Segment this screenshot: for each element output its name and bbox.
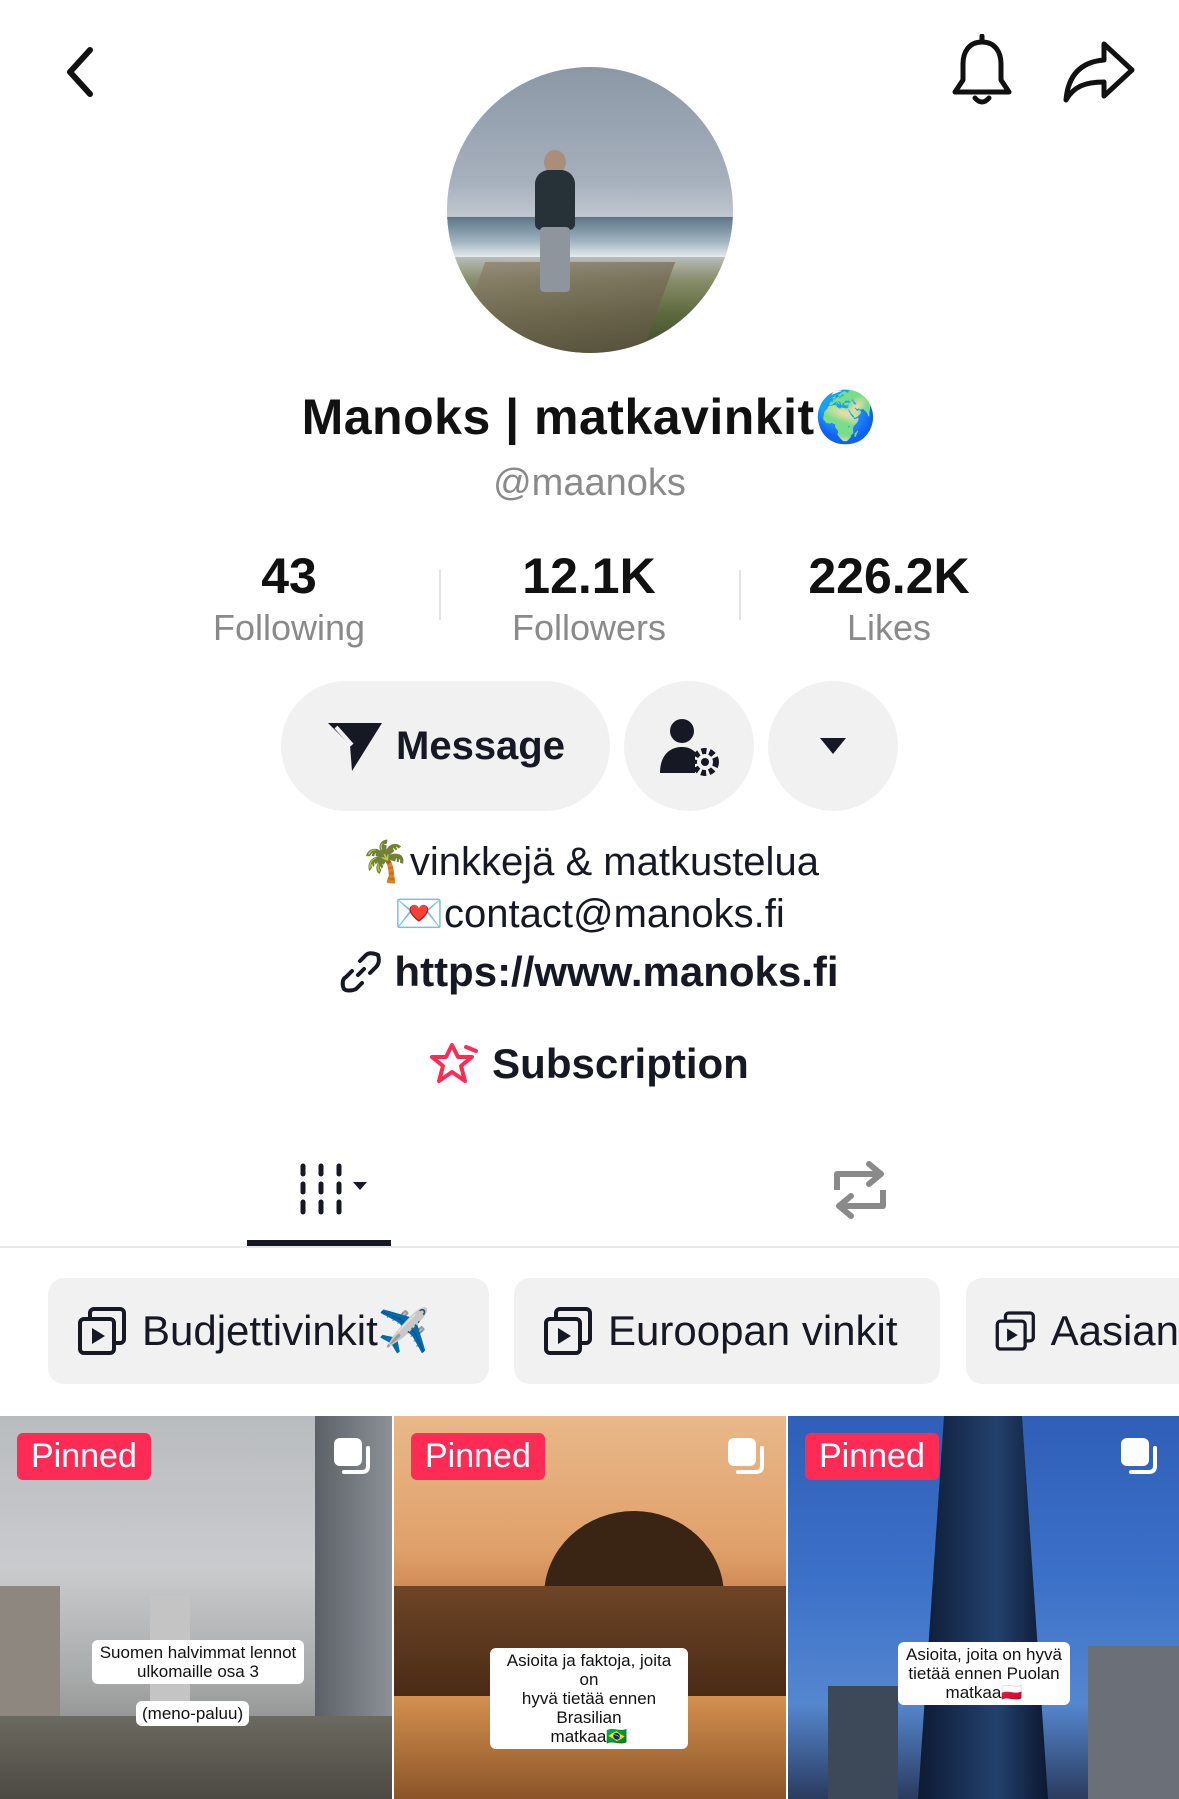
notification-bell-button[interactable] (942, 32, 1022, 112)
street (0, 1716, 392, 1799)
stat-followers[interactable]: 12.1K Followers (459, 548, 719, 650)
stat-followers-label: Followers (511, 607, 667, 648)
more-options-button[interactable] (768, 681, 898, 811)
avatar[interactable] (447, 67, 733, 353)
video-thumbnail[interactable]: Pinned Asioita, joita on hyvä tietää enn… (788, 1416, 1179, 1799)
bio-line-2: 💌contact@manoks.fi (394, 892, 785, 936)
username-handle: @maanoks (493, 462, 686, 504)
grid-icon (300, 1163, 367, 1215)
pinned-badge: Pinned (17, 1433, 151, 1480)
stat-likes[interactable]: 226.2K Likes (759, 548, 1019, 650)
playlist-label: Aasian (1050, 1307, 1179, 1354)
playlist-icon (544, 1307, 592, 1355)
repost-icon (834, 1161, 886, 1219)
playlist-chip[interactable]: Aasian (966, 1278, 1179, 1384)
bio-line-1: 🌴vinkkejä & matkustelua (360, 840, 819, 884)
pinned-badge: Pinned (411, 1433, 545, 1480)
stat-divider (439, 570, 441, 620)
message-button[interactable]: Message (281, 681, 610, 811)
building (1088, 1646, 1179, 1799)
video-thumbnail[interactable]: Pinned Suomen halvimmat lennot ulkomaill… (0, 1416, 392, 1799)
stat-likes-count: 226.2K (808, 548, 970, 604)
tabs-divider (0, 1246, 1179, 1248)
stat-divider (739, 570, 741, 620)
display-name: Manoks | matkavinkit🌍 (301, 389, 878, 445)
link-icon (341, 951, 382, 993)
avatar-sea (447, 217, 733, 257)
friend-settings-button[interactable] (624, 681, 754, 811)
bio-link-text: https://www.manoks.fi (394, 948, 839, 995)
stat-following-count: 43 (261, 548, 317, 604)
bell-icon (952, 34, 1012, 105)
share-button[interactable] (1056, 32, 1142, 112)
stat-following[interactable]: 43 Following (159, 548, 419, 650)
playlist-label: Budjettivinkit✈️ (142, 1306, 431, 1354)
building (828, 1686, 898, 1799)
subscription-label: Subscription (492, 1040, 749, 1087)
photo-mode-icon (1121, 1438, 1157, 1474)
tab-reposts[interactable] (810, 1150, 910, 1230)
tab-videos[interactable] (247, 1150, 391, 1230)
playlist-label: Euroopan vinkit (608, 1307, 898, 1354)
pinned-badge: Pinned (805, 1433, 939, 1480)
playlist-icon (78, 1307, 126, 1355)
photo-mode-icon (334, 1438, 370, 1474)
stat-following-label: Following (212, 607, 366, 648)
chevron-left-icon (67, 47, 93, 97)
playlist-chip[interactable]: Euroopan vinkit (514, 1278, 940, 1384)
video-caption: Suomen halvimmat lennot ulkomaille osa 3 (92, 1640, 304, 1684)
share-arrow-icon (1063, 41, 1135, 103)
playlist-icon (995, 1311, 1035, 1351)
photo-mode-icon (728, 1438, 764, 1474)
star-badge-icon (430, 1043, 479, 1083)
message-button-label: Message (396, 723, 565, 768)
video-caption: Asioita, joita on hyvä tietää ennen Puol… (898, 1642, 1070, 1705)
bio-link[interactable]: https://www.manoks.fi (0, 948, 1179, 996)
send-icon (328, 723, 382, 771)
video-caption-extra: (meno-paluu) (136, 1701, 250, 1726)
user-gear-icon (660, 719, 719, 776)
stat-followers-count: 12.1K (522, 548, 656, 604)
back-button[interactable] (50, 36, 110, 108)
video-caption: Asioita ja faktoja, joita on hyvä tietää… (490, 1648, 688, 1749)
stat-likes-label: Likes (846, 607, 932, 648)
caret-down-icon (820, 738, 846, 754)
video-thumbnail[interactable]: Pinned Asioita ja faktoja, joita on hyvä… (394, 1416, 786, 1799)
playlist-chip[interactable]: Budjettivinkit✈️ (48, 1278, 489, 1384)
subscription-button[interactable]: Subscription (0, 1040, 1179, 1088)
